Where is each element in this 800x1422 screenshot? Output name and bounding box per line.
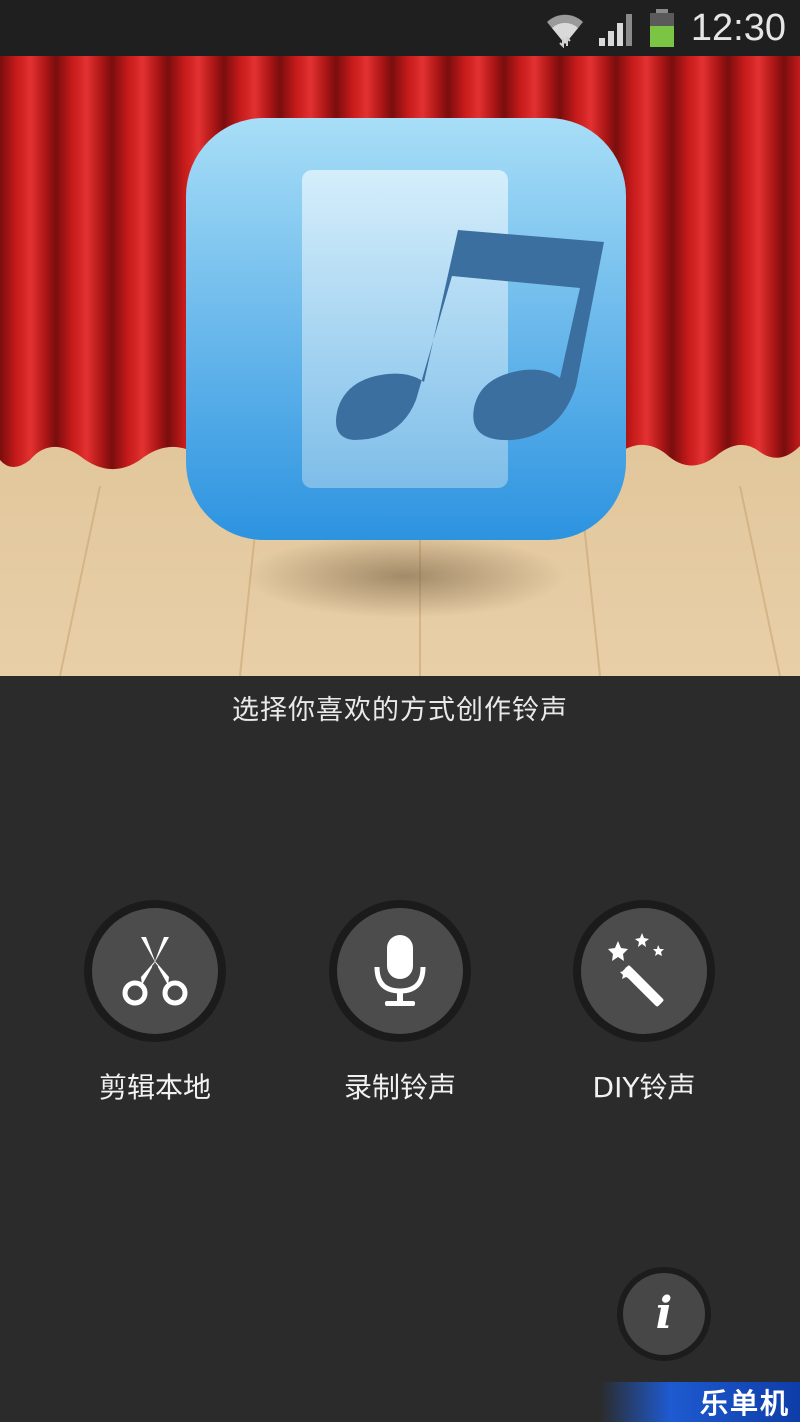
action-circle[interactable]	[329, 900, 471, 1042]
info-button[interactable]: i	[617, 1267, 711, 1361]
action-label: 录制铃声	[343, 1071, 456, 1104]
record-ringtone-button[interactable]: 录制铃声	[278, 900, 522, 1106]
action-circle[interactable]	[573, 900, 715, 1042]
watermark-text: 乐单机	[699, 1387, 790, 1420]
hero-stage	[0, 56, 800, 676]
battery-icon	[649, 9, 674, 47]
action-label: DIY铃声	[592, 1071, 696, 1104]
info-glyph: i	[655, 1288, 673, 1339]
stage-illustration	[0, 56, 800, 676]
wifi-icon	[546, 14, 583, 48]
music-note-icon	[186, 118, 626, 540]
status-icons: 12:30	[543, 6, 786, 50]
info-icon: i	[623, 1273, 705, 1355]
diy-ringtone-button[interactable]: DIY铃声	[522, 900, 766, 1106]
microphone-icon	[374, 935, 426, 1006]
action-circle[interactable]	[84, 900, 226, 1042]
scissors-icon	[122, 937, 188, 1006]
signal-icon	[598, 14, 632, 46]
edit-local-button[interactable]: 剪辑本地	[33, 900, 277, 1106]
page-prompt: 选择你喜欢的方式创作铃声	[232, 695, 568, 726]
magic-wand-icon	[608, 933, 664, 1007]
watermark-logo: 乐单机	[600, 1382, 800, 1422]
action-label: 剪辑本地	[98, 1071, 211, 1104]
status-clock: 12:30	[690, 6, 786, 49]
status-bar: 12:30	[0, 0, 800, 56]
